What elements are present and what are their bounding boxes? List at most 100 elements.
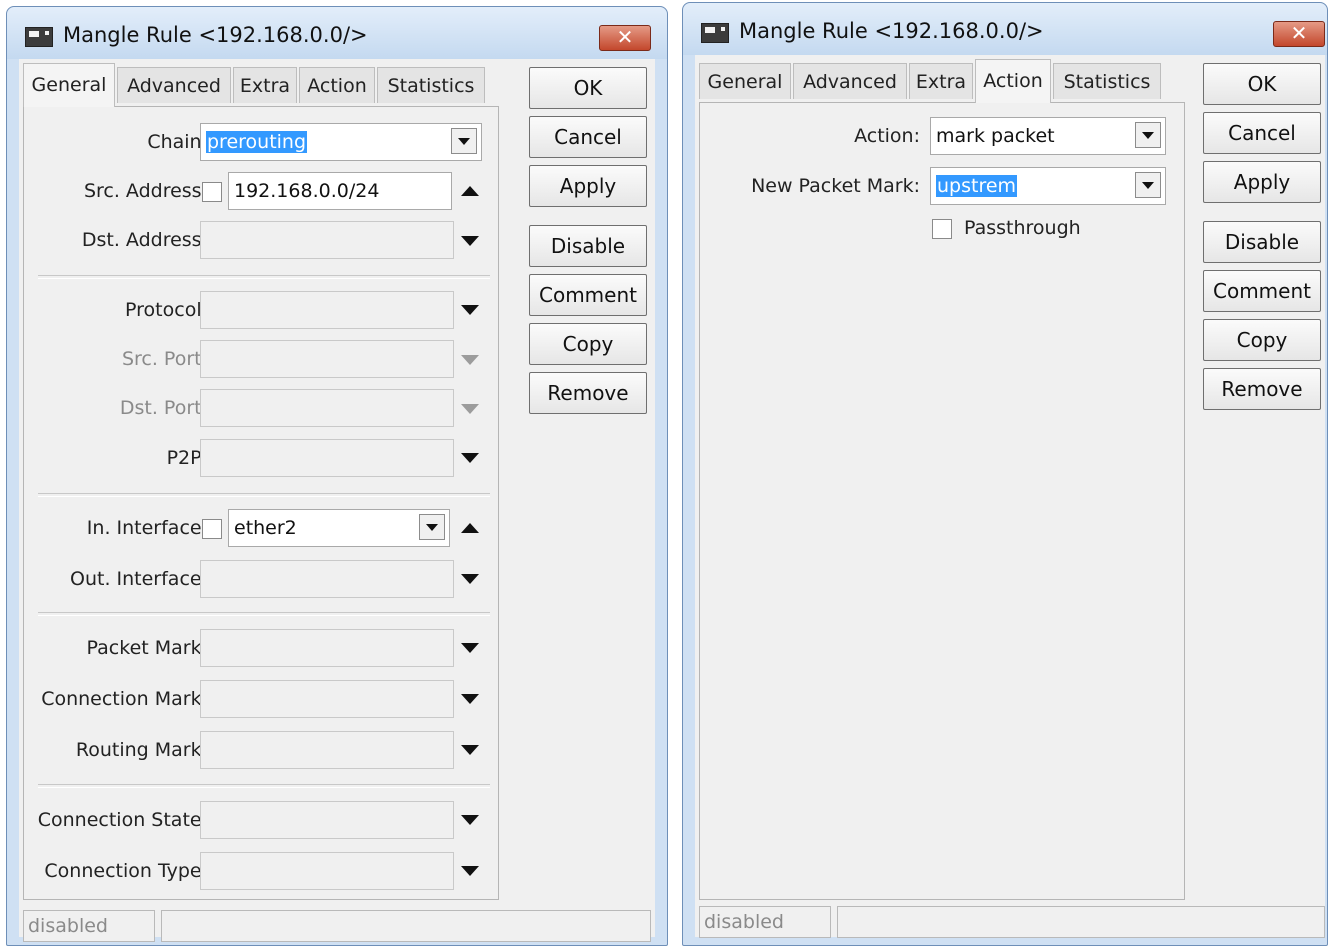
in-interface-label: In. Interface: xyxy=(86,517,208,539)
tab-general[interactable]: General xyxy=(23,63,115,107)
status-bar-disabled: disabled xyxy=(23,910,155,942)
dst-port-label: Dst. Port: xyxy=(119,397,208,419)
tab-action[interactable]: Action xyxy=(299,67,375,103)
mangle-rule-window-general: Mangle Rule <192.168.0.0/> ✕ General Adv… xyxy=(6,6,668,946)
title-bar[interactable]: Mangle Rule <192.168.0.0/> ✕ xyxy=(683,3,1327,55)
remove-button[interactable]: Remove xyxy=(1203,368,1321,410)
dst-address-field[interactable] xyxy=(200,221,454,259)
src-address-invert-checkbox[interactable] xyxy=(202,182,222,202)
routing-mark-label: Routing Mark: xyxy=(75,739,208,761)
new-packet-mark-dropdown-button[interactable] xyxy=(1135,172,1161,198)
src-address-label: Src. Address: xyxy=(83,180,208,202)
window-title: Mangle Rule <192.168.0.0/> xyxy=(63,23,368,47)
in-interface-invert-checkbox[interactable] xyxy=(202,519,222,539)
routing-mark-field[interactable] xyxy=(200,731,454,769)
tab-statistics[interactable]: Statistics xyxy=(1053,63,1161,99)
chain-label: Chain: xyxy=(147,131,208,153)
expand-arrow-icon[interactable] xyxy=(461,815,479,825)
expand-arrow-icon[interactable] xyxy=(461,694,479,704)
src-port-label: Src. Port: xyxy=(121,348,208,370)
close-icon: ✕ xyxy=(1290,21,1308,45)
tab-advanced[interactable]: Advanced xyxy=(793,63,907,99)
apply-button[interactable]: Apply xyxy=(1203,161,1321,203)
action-select[interactable]: mark packet xyxy=(930,117,1166,155)
out-interface-label: Out. Interface: xyxy=(70,568,208,590)
packet-mark-field[interactable] xyxy=(200,629,454,667)
expand-arrow-icon[interactable] xyxy=(461,236,479,246)
ok-button[interactable]: OK xyxy=(1203,63,1321,105)
action-panel: Action: mark packet New Packet Mark: ups… xyxy=(699,102,1185,900)
separator xyxy=(38,493,490,497)
tab-action[interactable]: Action xyxy=(975,59,1051,103)
window-title: Mangle Rule <192.168.0.0/> xyxy=(739,19,1044,43)
close-icon: ✕ xyxy=(616,25,634,49)
expand-arrow-icon[interactable] xyxy=(461,305,479,315)
apply-button[interactable]: Apply xyxy=(529,165,647,207)
close-button[interactable]: ✕ xyxy=(599,25,651,51)
src-address-value: 192.168.0.0/24 xyxy=(234,180,380,202)
action-label: Action: xyxy=(854,125,920,147)
ok-button[interactable]: OK xyxy=(529,67,647,109)
comment-button[interactable]: Comment xyxy=(529,274,647,316)
window-icon xyxy=(25,27,53,47)
status-bar-disabled: disabled xyxy=(699,906,831,938)
p2p-field[interactable] xyxy=(200,439,454,477)
separator xyxy=(38,784,490,788)
dst-port-field xyxy=(200,389,454,427)
connection-state-label: Connection State: xyxy=(37,809,208,831)
general-panel: Chain: prerouting Src. Address: 192.168.… xyxy=(23,106,499,900)
protocol-field[interactable] xyxy=(200,291,454,329)
close-button[interactable]: ✕ xyxy=(1273,21,1325,47)
disable-button[interactable]: Disable xyxy=(529,225,647,267)
copy-button[interactable]: Copy xyxy=(1203,319,1321,361)
connection-type-label: Connection Type: xyxy=(44,860,208,882)
tab-extra[interactable]: Extra xyxy=(233,67,297,103)
new-packet-mark-select[interactable]: upstrem xyxy=(930,167,1166,205)
comment-button[interactable]: Comment xyxy=(1203,270,1321,312)
connection-state-field[interactable] xyxy=(200,801,454,839)
new-packet-mark-label: New Packet Mark: xyxy=(751,175,920,197)
mangle-rule-window-action: Mangle Rule <192.168.0.0/> ✕ General Adv… xyxy=(682,2,1328,946)
remove-button[interactable]: Remove xyxy=(529,372,647,414)
in-interface-dropdown-button[interactable] xyxy=(419,514,445,540)
window-content: General Advanced Extra Action Statistics… xyxy=(19,59,655,942)
chain-value: prerouting xyxy=(206,131,308,153)
expand-arrow-icon[interactable] xyxy=(461,643,479,653)
connection-mark-field[interactable] xyxy=(200,680,454,718)
tab-statistics[interactable]: Statistics xyxy=(377,67,485,103)
action-dropdown-button[interactable] xyxy=(1135,122,1161,148)
disable-button[interactable]: Disable xyxy=(1203,221,1321,263)
expand-arrow-icon[interactable] xyxy=(461,574,479,584)
cancel-button[interactable]: Cancel xyxy=(529,116,647,158)
in-interface-select[interactable]: ether2 xyxy=(228,509,450,547)
passthrough-label: Passthrough xyxy=(964,217,1081,239)
connection-type-field[interactable] xyxy=(200,852,454,890)
copy-button[interactable]: Copy xyxy=(529,323,647,365)
cancel-button[interactable]: Cancel xyxy=(1203,112,1321,154)
collapse-arrow-icon[interactable] xyxy=(461,186,479,196)
chain-select[interactable]: prerouting xyxy=(200,123,482,161)
src-address-input[interactable]: 192.168.0.0/24 xyxy=(228,172,452,210)
collapse-arrow-icon[interactable] xyxy=(461,523,479,533)
passthrough-checkbox[interactable] xyxy=(932,219,952,239)
out-interface-field[interactable] xyxy=(200,560,454,598)
expand-arrow-icon xyxy=(461,404,479,414)
chain-dropdown-button[interactable] xyxy=(451,128,477,154)
separator xyxy=(38,612,490,616)
in-interface-value: ether2 xyxy=(234,517,297,539)
status-bar-empty xyxy=(161,910,651,942)
dst-address-label: Dst. Address: xyxy=(81,229,208,251)
new-packet-mark-value: upstrem xyxy=(936,175,1018,197)
separator xyxy=(38,275,490,279)
protocol-label: Protocol: xyxy=(125,299,208,321)
expand-arrow-icon[interactable] xyxy=(461,453,479,463)
title-bar[interactable]: Mangle Rule <192.168.0.0/> ✕ xyxy=(7,7,667,59)
packet-mark-label: Packet Mark: xyxy=(86,637,208,659)
status-bar-empty xyxy=(837,906,1325,938)
tab-extra[interactable]: Extra xyxy=(909,63,973,99)
expand-arrow-icon[interactable] xyxy=(461,745,479,755)
tab-advanced[interactable]: Advanced xyxy=(117,67,231,103)
expand-arrow-icon[interactable] xyxy=(461,866,479,876)
tab-general[interactable]: General xyxy=(699,63,791,99)
window-icon xyxy=(701,23,729,43)
